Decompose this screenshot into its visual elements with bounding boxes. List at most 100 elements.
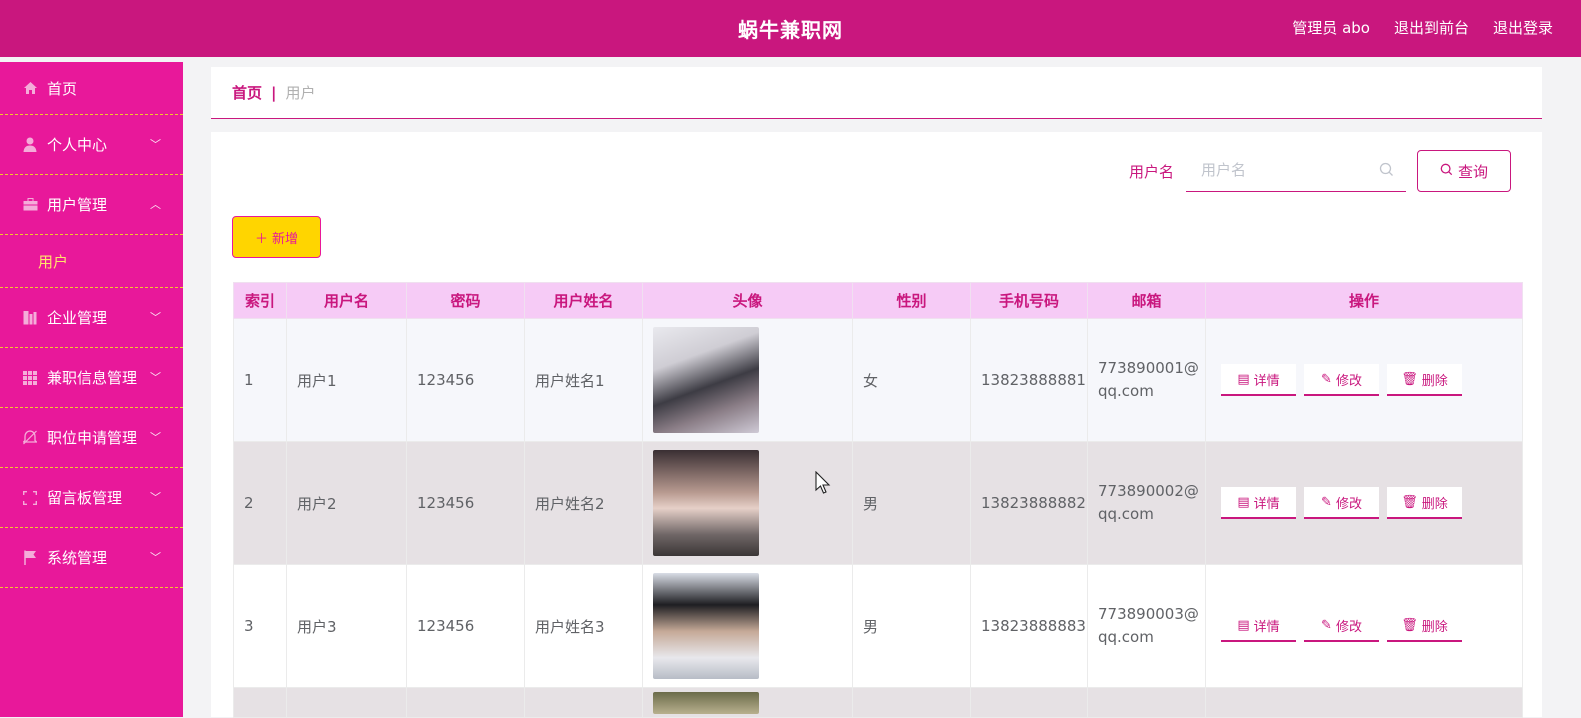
avatar — [653, 691, 759, 714]
cell-empty — [1205, 687, 1523, 718]
avatar — [653, 450, 759, 556]
user-table: 索引 用户名 密码 用户姓名 头像 性别 手机号码 邮箱 操作 1 用户1 12… — [233, 282, 1523, 718]
detail-button[interactable]: ▤ 详情 — [1221, 487, 1296, 519]
detail-button[interactable]: ▤ 详情 — [1221, 610, 1296, 642]
cell-index: 3 — [233, 564, 287, 688]
header-actions: 管理员 abo 退出到前台 退出登录 — [1292, 17, 1553, 38]
query-button-label: 查询 — [1457, 162, 1488, 181]
sidebar-item-label: 兼职信息管理 — [47, 369, 138, 387]
breadcrumb-current: 用户 — [285, 84, 316, 102]
delete-button[interactable]: 🗑 删除 — [1387, 610, 1462, 642]
edit-label: 修改 — [1335, 373, 1362, 389]
sidebar-item-company-management[interactable]: 企业管理 ﹀ — [0, 288, 183, 348]
admin-user-link[interactable]: 管理员 abo — [1292, 17, 1370, 38]
table-row: 3 用户3 123456 用户姓名3 男 13823888883 7738900… — [233, 564, 1523, 688]
cell-index: 1 — [233, 318, 287, 442]
sidebar-item-label: 个人中心 — [47, 136, 108, 154]
username-search-input[interactable] — [1186, 150, 1366, 191]
cell-username: 用户3 — [286, 564, 407, 688]
document-icon: ▤ — [1237, 617, 1250, 633]
email-part: 773890001@ — [1098, 359, 1199, 377]
cell-password: 123456 — [406, 564, 525, 688]
sidebar-item-profile[interactable]: 个人中心 ﹀ — [0, 115, 183, 175]
column-header: 用户名 — [286, 282, 407, 319]
cell-phone: 13823888882 — [970, 441, 1088, 565]
table-row: 1 用户1 123456 用户姓名1 女 13823888881 7738900… — [233, 318, 1523, 442]
table-row — [233, 687, 1523, 718]
cell-phone: 13823888881 — [970, 318, 1088, 442]
flag-icon — [22, 550, 38, 566]
cell-empty — [970, 687, 1088, 718]
cell-index: 2 — [233, 441, 287, 565]
cell-avatar — [642, 687, 853, 718]
home-icon — [22, 80, 38, 96]
delete-label: 删除 — [1421, 496, 1448, 512]
sidebar-item-user-management[interactable]: 用户管理 ︿ — [0, 175, 183, 235]
sidebar-item-label: 首页 — [47, 79, 78, 98]
cell-email: 773890001@ qq.com — [1087, 318, 1206, 442]
cell-email: 773890002@ qq.com — [1087, 441, 1206, 565]
cell-password: 123456 — [406, 441, 525, 565]
sidebar-item-job-application[interactable]: 职位申请管理 ﹀ — [0, 408, 183, 468]
breadcrumb-home-link[interactable]: 首页 — [232, 82, 262, 103]
cell-empty — [852, 687, 971, 718]
logout-link[interactable]: 退出登录 — [1493, 17, 1553, 38]
cell-username: 用户2 — [286, 441, 407, 565]
edit-button[interactable]: ✎ 修改 — [1304, 487, 1379, 519]
bell-icon — [22, 430, 38, 446]
sidebar-item-home[interactable]: 首页 — [0, 62, 183, 115]
column-header: 用户姓名 — [524, 282, 643, 319]
detail-label: 详情 — [1253, 496, 1280, 512]
cell-name: 用户姓名1 — [524, 318, 643, 442]
cell-empty — [406, 687, 525, 718]
avatar — [653, 573, 759, 679]
sidebar-item-message-board[interactable]: 留言板管理 ﹀ — [0, 468, 183, 528]
search-icon — [1379, 162, 1394, 181]
chevron-down-icon: ﹀ — [150, 310, 161, 324]
delete-button[interactable]: 🗑 删除 — [1387, 487, 1462, 519]
chevron-down-icon: ﹀ — [150, 490, 161, 504]
add-button[interactable]: ＋ 新增 — [232, 216, 321, 258]
delete-label: 删除 — [1421, 619, 1448, 635]
table-row: 2 用户2 123456 用户姓名2 男 13823888882 7738900… — [233, 441, 1523, 565]
exit-to-front-link[interactable]: 退出到前台 — [1394, 17, 1469, 38]
sidebar-item-label: 企业管理 — [47, 309, 108, 327]
cell-empty — [524, 687, 643, 718]
building-icon — [22, 310, 38, 326]
detail-button[interactable]: ▤ 详情 — [1221, 364, 1296, 396]
sidebar-item-parttime-info[interactable]: 兼职信息管理 ﹀ — [0, 348, 183, 408]
pencil-icon: ✎ — [1321, 617, 1332, 633]
cell-gender: 女 — [852, 318, 971, 442]
document-icon: ▤ — [1237, 371, 1250, 387]
search-input-box — [1186, 150, 1406, 192]
table-header-row: 索引 用户名 密码 用户姓名 头像 性别 手机号码 邮箱 操作 — [233, 282, 1523, 319]
column-header: 手机号码 — [970, 282, 1088, 319]
detail-label: 详情 — [1253, 619, 1280, 635]
grid-icon — [22, 370, 38, 386]
query-button[interactable]: 查询 — [1417, 150, 1511, 192]
search-label: 用户名 — [1128, 162, 1174, 181]
delete-button[interactable]: 🗑 删除 — [1387, 364, 1462, 396]
chevron-down-icon: ﹀ — [150, 370, 161, 384]
breadcrumb: 首页 | 用户 — [211, 67, 1542, 119]
cell-avatar — [642, 318, 853, 442]
sidebar-item-system-management[interactable]: 系统管理 ﹀ — [0, 528, 183, 588]
cell-actions: ▤ 详情 ✎ 修改 🗑 删除 — [1205, 441, 1523, 565]
cell-empty — [233, 687, 287, 718]
trash-icon: 🗑 — [1401, 494, 1418, 510]
cell-actions: ▤ 详情 ✎ 修改 🗑 删除 — [1205, 318, 1523, 442]
breadcrumb-separator: | — [271, 83, 277, 102]
trash-icon: 🗑 — [1401, 617, 1418, 633]
sidebar-item-label: 系统管理 — [47, 549, 108, 567]
edit-button[interactable]: ✎ 修改 — [1304, 364, 1379, 396]
column-header: 索引 — [233, 282, 287, 319]
sidebar-item-label: 用户管理 — [47, 196, 108, 214]
pencil-icon: ✎ — [1321, 371, 1332, 387]
sidebar-subitem-users[interactable]: 用户 — [0, 235, 183, 288]
chevron-down-icon: ﹀ — [150, 550, 161, 564]
main-content: 首页 | 用户 用户名 查询 ＋ 新增 — [211, 67, 1542, 718]
mouse-cursor-icon — [815, 470, 831, 499]
briefcase-icon — [22, 197, 38, 213]
edit-button[interactable]: ✎ 修改 — [1304, 610, 1379, 642]
sidebar-item-label: 留言板管理 — [47, 489, 123, 507]
